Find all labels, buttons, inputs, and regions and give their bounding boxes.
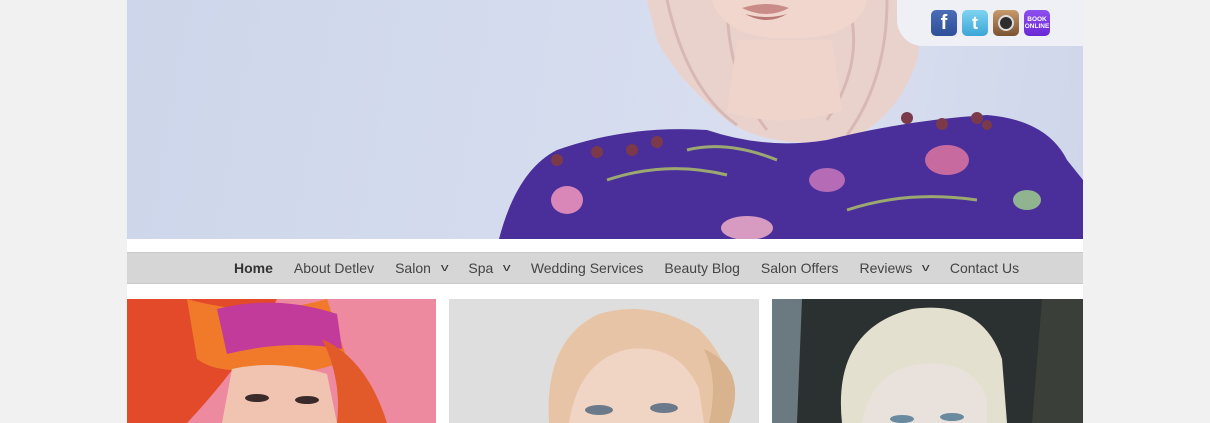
nav-item-beauty-blog[interactable]: Beauty Blog — [664, 260, 740, 276]
nav-item-wedding-services[interactable]: Wedding Services — [531, 260, 644, 276]
nav-item-home[interactable]: Home — [234, 260, 273, 276]
nav-item-label: About Detlev — [293, 260, 375, 276]
main-navigation: Home About Detlev Salon v Spa v Wedding Servic… — [127, 252, 1083, 284]
nav-item-spa[interactable]: Spa v — [468, 260, 511, 276]
nav-item-label: Wedding Services — [530, 260, 644, 276]
nav-item-contact-us[interactable]: Contact Us — [950, 260, 1019, 276]
nav-item-label: Beauty Blog — [664, 260, 740, 276]
chevron-down-icon[interactable]: v — [922, 262, 930, 274]
instagram-icon[interactable] — [993, 10, 1019, 36]
gallery-thumb-3[interactable] — [772, 299, 1083, 423]
social-icons-bar: f t BOOK ONLINE — [897, 0, 1083, 46]
twitter-icon[interactable]: t — [962, 10, 988, 36]
book-online-icon[interactable]: BOOK ONLINE — [1024, 10, 1050, 36]
nav-item-about-detlev[interactable]: About Detlev — [294, 260, 374, 276]
nav-item-label: Spa — [468, 260, 494, 276]
nav-item-label: Home — [234, 260, 273, 276]
nav-item-salon-offers[interactable]: Salon Offers — [761, 260, 839, 276]
chevron-down-icon[interactable]: v — [503, 262, 511, 274]
chevron-down-icon[interactable]: v — [441, 262, 449, 274]
nav-item-label: Salon Offers — [760, 260, 839, 276]
gallery-image-3 — [772, 299, 1083, 423]
camera-lens-icon — [998, 15, 1014, 31]
nav-list: Home About Detlev Salon v Spa v Wedding Servic… — [234, 253, 1040, 283]
gallery-image-1 — [127, 299, 436, 423]
facebook-icon[interactable]: f — [931, 10, 957, 36]
nav-item-reviews[interactable]: Reviews v — [859, 260, 930, 276]
book-online-line1: BOOK — [1027, 16, 1047, 23]
nav-item-label: Salon — [395, 260, 431, 276]
book-online-line2: ONLINE — [1024, 23, 1050, 30]
gallery-image-2 — [449, 299, 759, 423]
gallery-thumb-1[interactable] — [127, 299, 436, 423]
nav-item-salon[interactable]: Salon v — [395, 260, 449, 276]
nav-item-label: Contact Us — [949, 260, 1020, 276]
page-container: f t BOOK ONLINE Home About Detlev Salon v Sp… — [127, 0, 1083, 423]
hero-banner: f t BOOK ONLINE — [127, 0, 1083, 239]
gallery-thumb-2[interactable] — [449, 299, 759, 423]
nav-item-label: Reviews — [859, 260, 913, 276]
